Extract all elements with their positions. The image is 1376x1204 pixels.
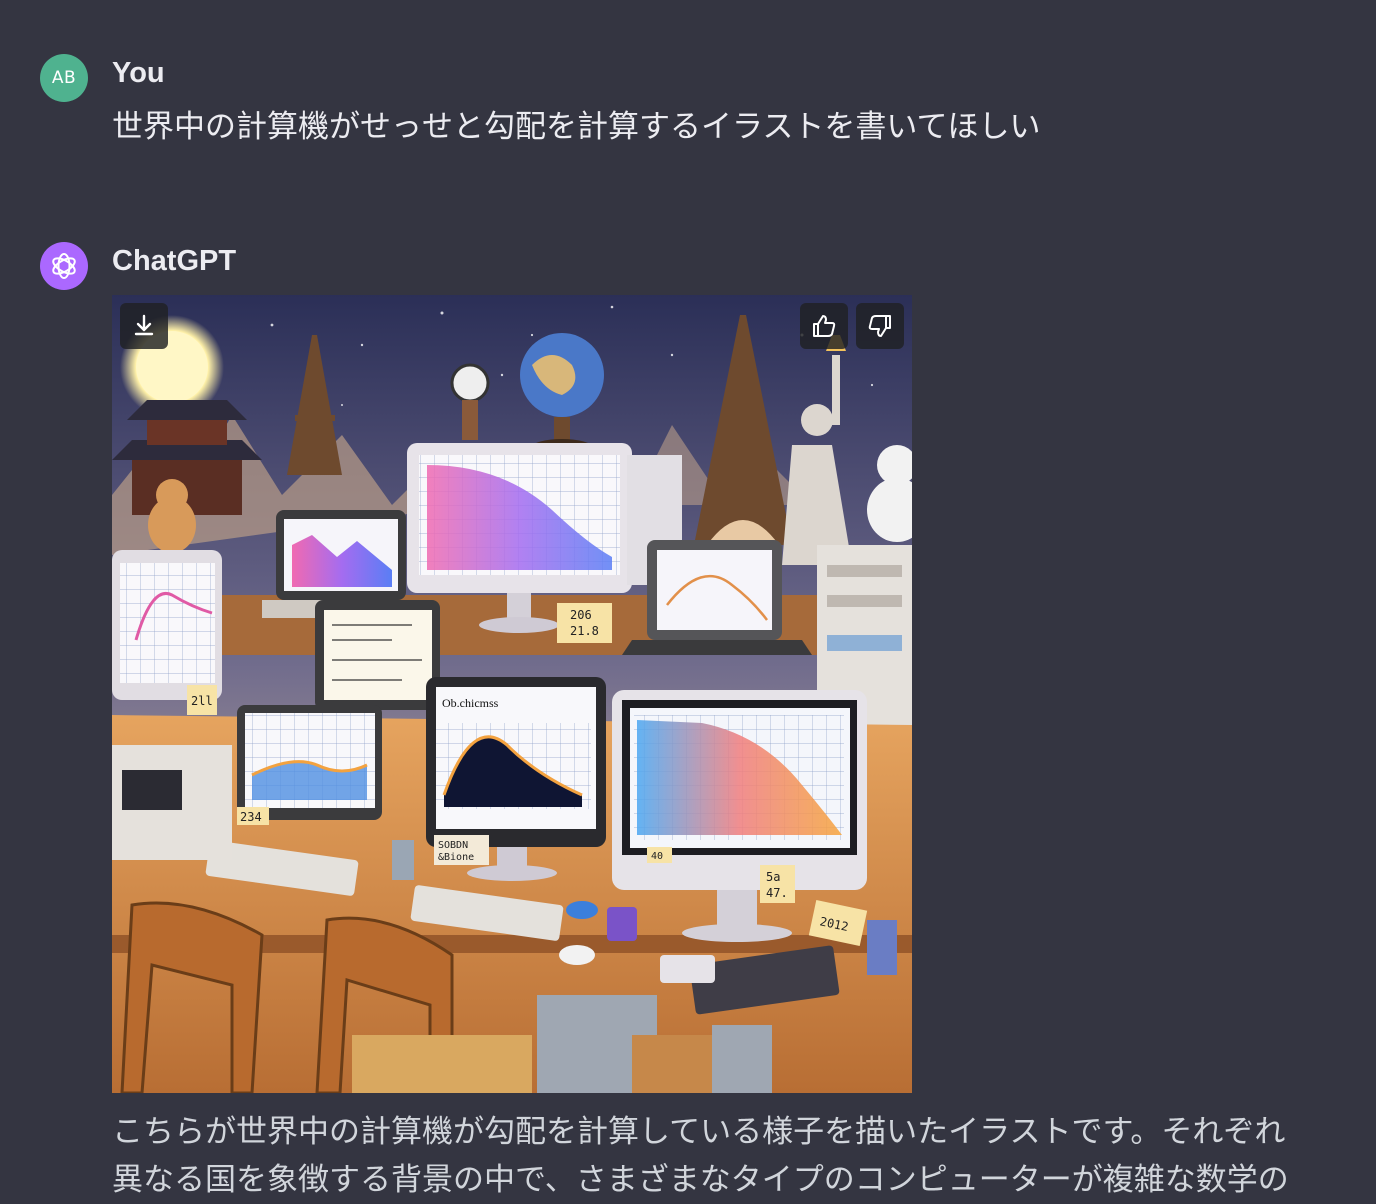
sticky-note-1: 206 (570, 608, 592, 622)
note-5: 2ll (191, 694, 213, 708)
user-avatar-initials: AB (51, 68, 77, 88)
user-message-text: 世界中の計算機がせっせと勾配を計算するイラストを書いてほしい (112, 109, 1041, 145)
thumbs-down-icon (868, 315, 891, 337)
card-1: SOBDN (438, 840, 468, 851)
generated-image[interactable]: Ob.chicmss 206 21.8 5a 47. 40 234 2ll 20… (112, 295, 912, 1093)
download-image-button[interactable] (120, 303, 168, 349)
openai-logo-icon (52, 253, 76, 279)
thumbs-down-button[interactable] (856, 303, 904, 349)
assistant-reply-line-1: こちらが世界中の計算機が勾配を計算している様子を描いたイラストです。それぞれ (112, 1114, 1286, 1150)
note-2: 47. (766, 886, 788, 900)
thumbs-up-button[interactable] (800, 303, 848, 349)
illustration: Ob.chicmss 206 21.8 5a 47. 40 234 2ll 20… (112, 295, 912, 1093)
user-avatar: AB (40, 54, 88, 102)
note-1: 5a (766, 870, 780, 884)
download-icon (134, 314, 154, 336)
card-2: &Bione (438, 852, 474, 863)
assistant-avatar (40, 242, 88, 290)
assistant-name: ChatGPT (112, 245, 237, 277)
note-4: 234 (240, 810, 262, 824)
sticky-note-2: 21.8 (570, 624, 599, 638)
monitor-title-label: Ob.chicmss (442, 696, 499, 710)
note-3: 40 (651, 851, 663, 862)
user-name: You (112, 57, 165, 89)
thumbs-up-icon (813, 315, 836, 337)
assistant-reply-line-2: 異なる国を象徴する背景の中で、さまざまなタイプのコンピューターが複雑な数学の (112, 1162, 1289, 1198)
